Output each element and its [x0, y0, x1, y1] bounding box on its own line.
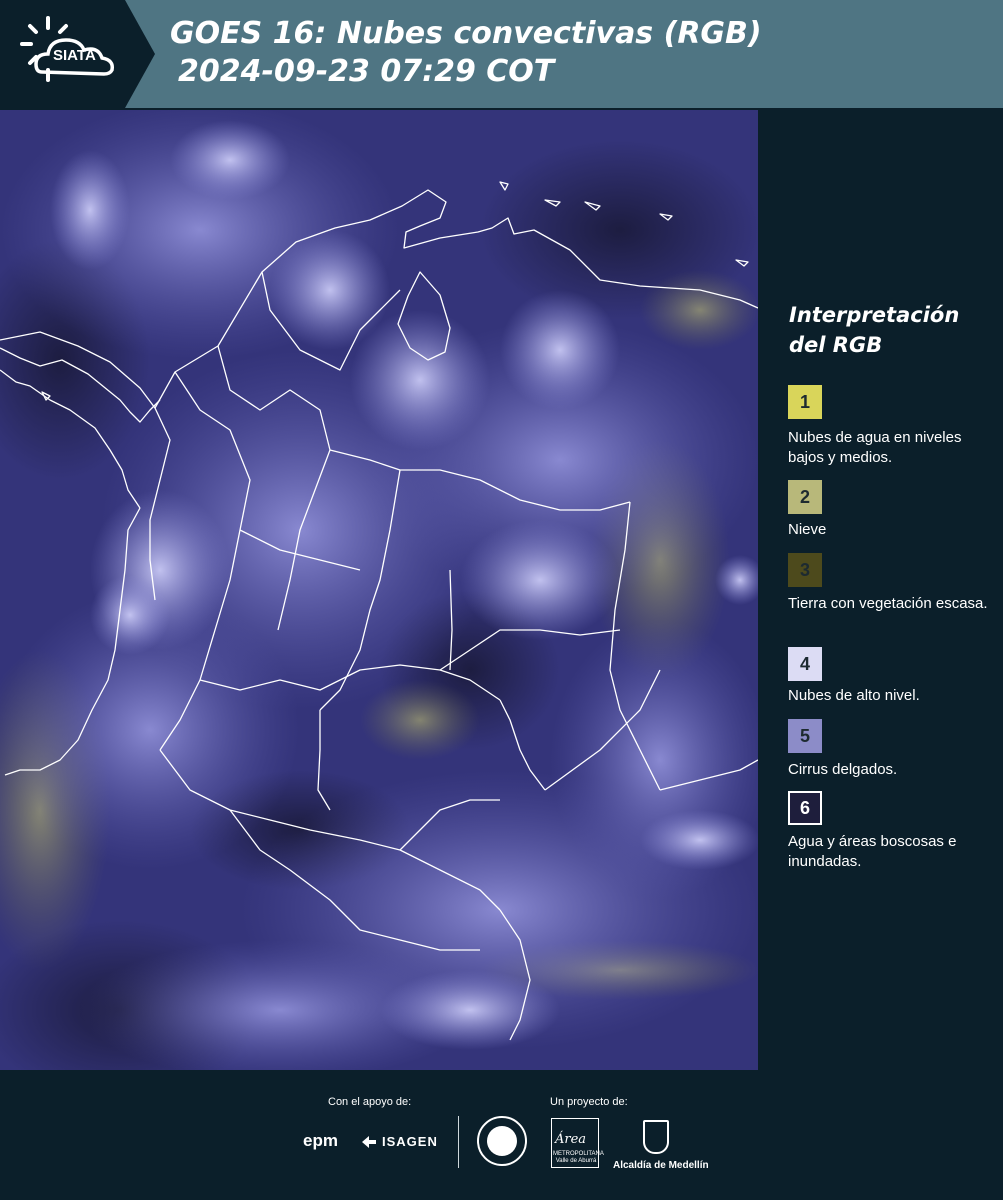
footer-divider [458, 1116, 459, 1168]
legend-label-3: Tierra con vegetación escasa. [788, 595, 988, 612]
legend-number: 1 [799, 391, 810, 412]
footer: Con el apoyo de: Un proyecto de: epm ISA… [0, 1070, 1003, 1200]
legend-number: 2 [799, 486, 810, 507]
legend-number: 6 [799, 797, 810, 818]
municipal-seal-icon [477, 1116, 527, 1166]
isagen-logo: ISAGEN [382, 1134, 438, 1149]
siata-logo: SIATA [0, 0, 155, 108]
header: SIATA GOES 16: Nubes convectivas (RGB) 2… [0, 0, 1003, 108]
legend-label-4: Nubes de alto nivel. [788, 687, 920, 704]
support-label: Con el apoyo de: [328, 1096, 412, 1108]
legend-swatch-3: 3 [788, 553, 822, 587]
isagen-icon [362, 1136, 376, 1148]
legend-swatch-2: 2 [788, 480, 822, 514]
legend-swatch-4: 4 [788, 647, 822, 681]
satellite-map[interactable] [0, 110, 758, 1070]
medellin-label: Alcaldía de Medellín [613, 1160, 709, 1171]
legend-label-6: Agua y áreas boscosas e inundadas. [788, 833, 957, 870]
legend-swatch-5: 5 [788, 719, 822, 753]
epm-logo: epm [303, 1131, 338, 1150]
legend-number: 3 [799, 559, 810, 580]
coat-of-arms-icon [643, 1120, 669, 1154]
legend-label-1: Nubes de agua en niveles bajos y medios. [788, 429, 962, 466]
legend-number: 4 [799, 653, 810, 674]
logo-text: SIATA [53, 47, 96, 64]
legend-title: Interpretación del RGB [789, 303, 960, 357]
legend-label-2: Nieve [788, 521, 827, 538]
page-title: GOES 16: Nubes convectivas (RGB) [170, 16, 762, 51]
page-timestamp: 2024-09-23 07:29 COT [178, 54, 555, 89]
legend-swatch-1: 1 [788, 385, 822, 419]
legend-label-5: Cirrus delgados. [788, 761, 898, 778]
legend-swatch-6: 6 [788, 791, 822, 825]
legend-panel: Interpretación del RGB 1 Nubes de agua e… [760, 110, 1003, 1070]
project-label: Un proyecto de: [550, 1096, 628, 1108]
area-logo-text: Área [555, 1132, 587, 1147]
area-logo-subtext: METROPOLITANA Valle de Aburrá [553, 1151, 604, 1164]
legend-number: 5 [799, 725, 810, 746]
